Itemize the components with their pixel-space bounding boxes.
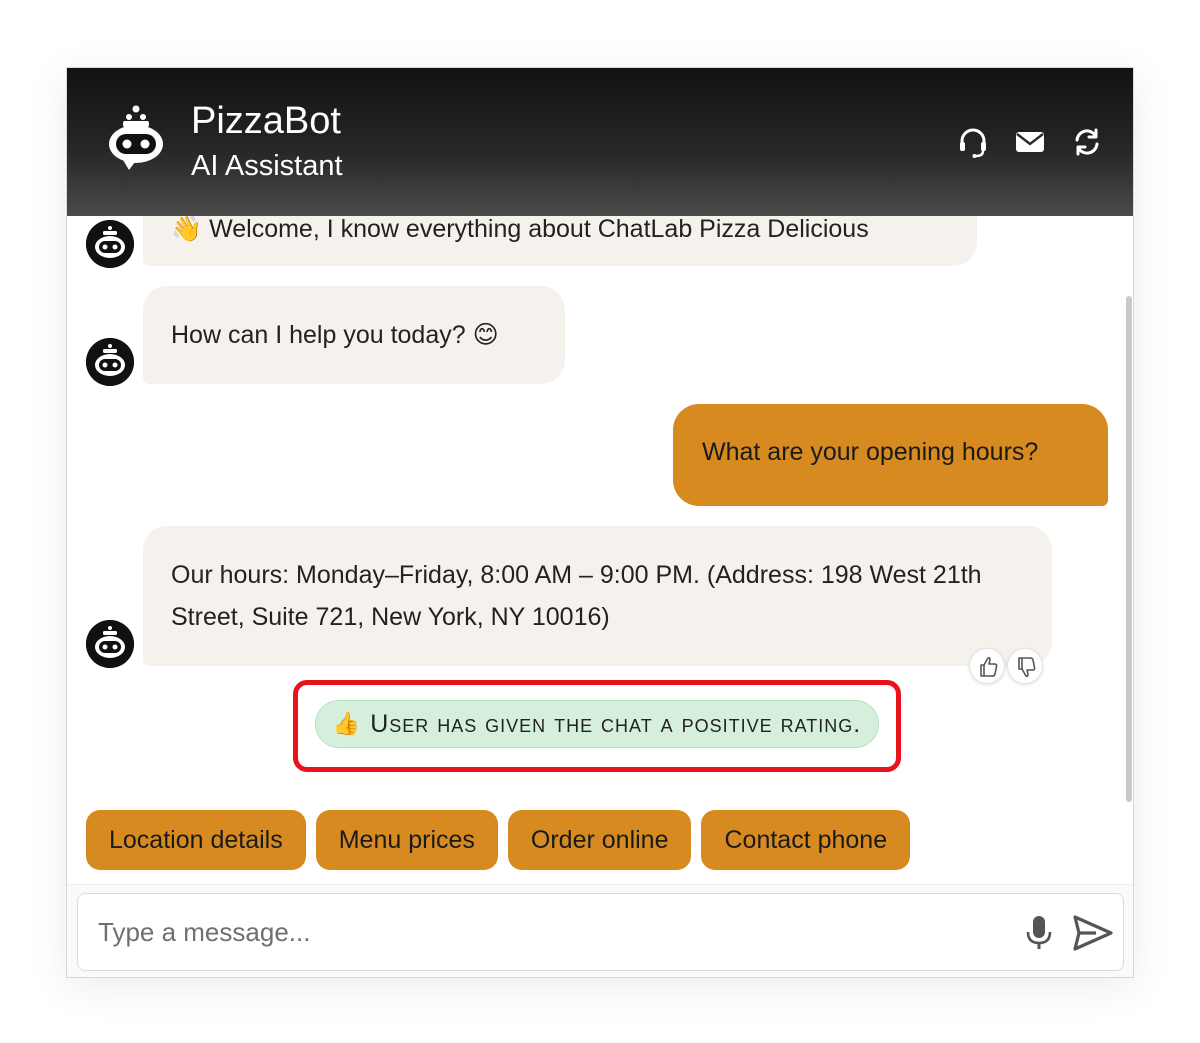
highlight-annotation-box [293, 680, 901, 772]
chat-header: PizzaBot AI Assistant [67, 68, 1133, 216]
bot-avatar [86, 220, 134, 268]
waving-hand-emoji: 👋 [171, 216, 203, 243]
message-text: Our hours: Monday–Friday, 8:00 AM – 9:00… [171, 561, 982, 631]
smiling-face-emoji: 😊 [472, 321, 499, 349]
composer [67, 884, 1133, 977]
chat-widget: PizzaBot AI Assistant 👋 Welcome, I know … [66, 67, 1134, 978]
message-input-box [77, 893, 1124, 971]
refresh-icon[interactable] [1071, 126, 1103, 158]
bot-subtitle: AI Assistant [191, 150, 343, 182]
scrollbar[interactable] [1126, 296, 1132, 802]
microphone-icon[interactable] [1022, 914, 1056, 952]
headset-icon[interactable] [957, 126, 989, 158]
bot-avatar [86, 620, 134, 668]
quick-reply-order-online[interactable]: Order online [507, 810, 692, 870]
robot-logo-icon [105, 104, 167, 176]
message-text: How can I help you today? [171, 321, 466, 349]
bot-avatar [86, 338, 134, 386]
bot-message: How can I help you today? 😊 [143, 286, 565, 384]
quick-reply-location-details[interactable]: Location details [86, 810, 306, 870]
quick-reply-contact-phone[interactable]: Contact phone [701, 810, 911, 870]
send-icon[interactable] [1072, 912, 1114, 954]
bot-message: Our hours: Monday–Friday, 8:00 AM – 9:00… [143, 526, 1052, 666]
envelope-icon[interactable] [1014, 126, 1046, 158]
bot-name: PizzaBot [191, 100, 341, 142]
quick-reply-menu-prices[interactable]: Menu prices [315, 810, 498, 870]
message-list[interactable]: 👋 Welcome, I know everything about ChatL… [67, 216, 1133, 884]
user-message: What are your opening hours? [673, 404, 1108, 506]
message-input[interactable] [98, 912, 998, 952]
message-text: Welcome, I know everything about ChatLab… [209, 216, 869, 243]
message-text: What are your opening hours? [702, 438, 1039, 466]
thumbs-down-icon[interactable] [1007, 648, 1043, 684]
quick-replies: Location details Menu prices Order onlin… [86, 810, 911, 870]
thumbs-up-icon[interactable] [969, 648, 1005, 684]
bot-message: 👋 Welcome, I know everything about ChatL… [143, 216, 977, 266]
